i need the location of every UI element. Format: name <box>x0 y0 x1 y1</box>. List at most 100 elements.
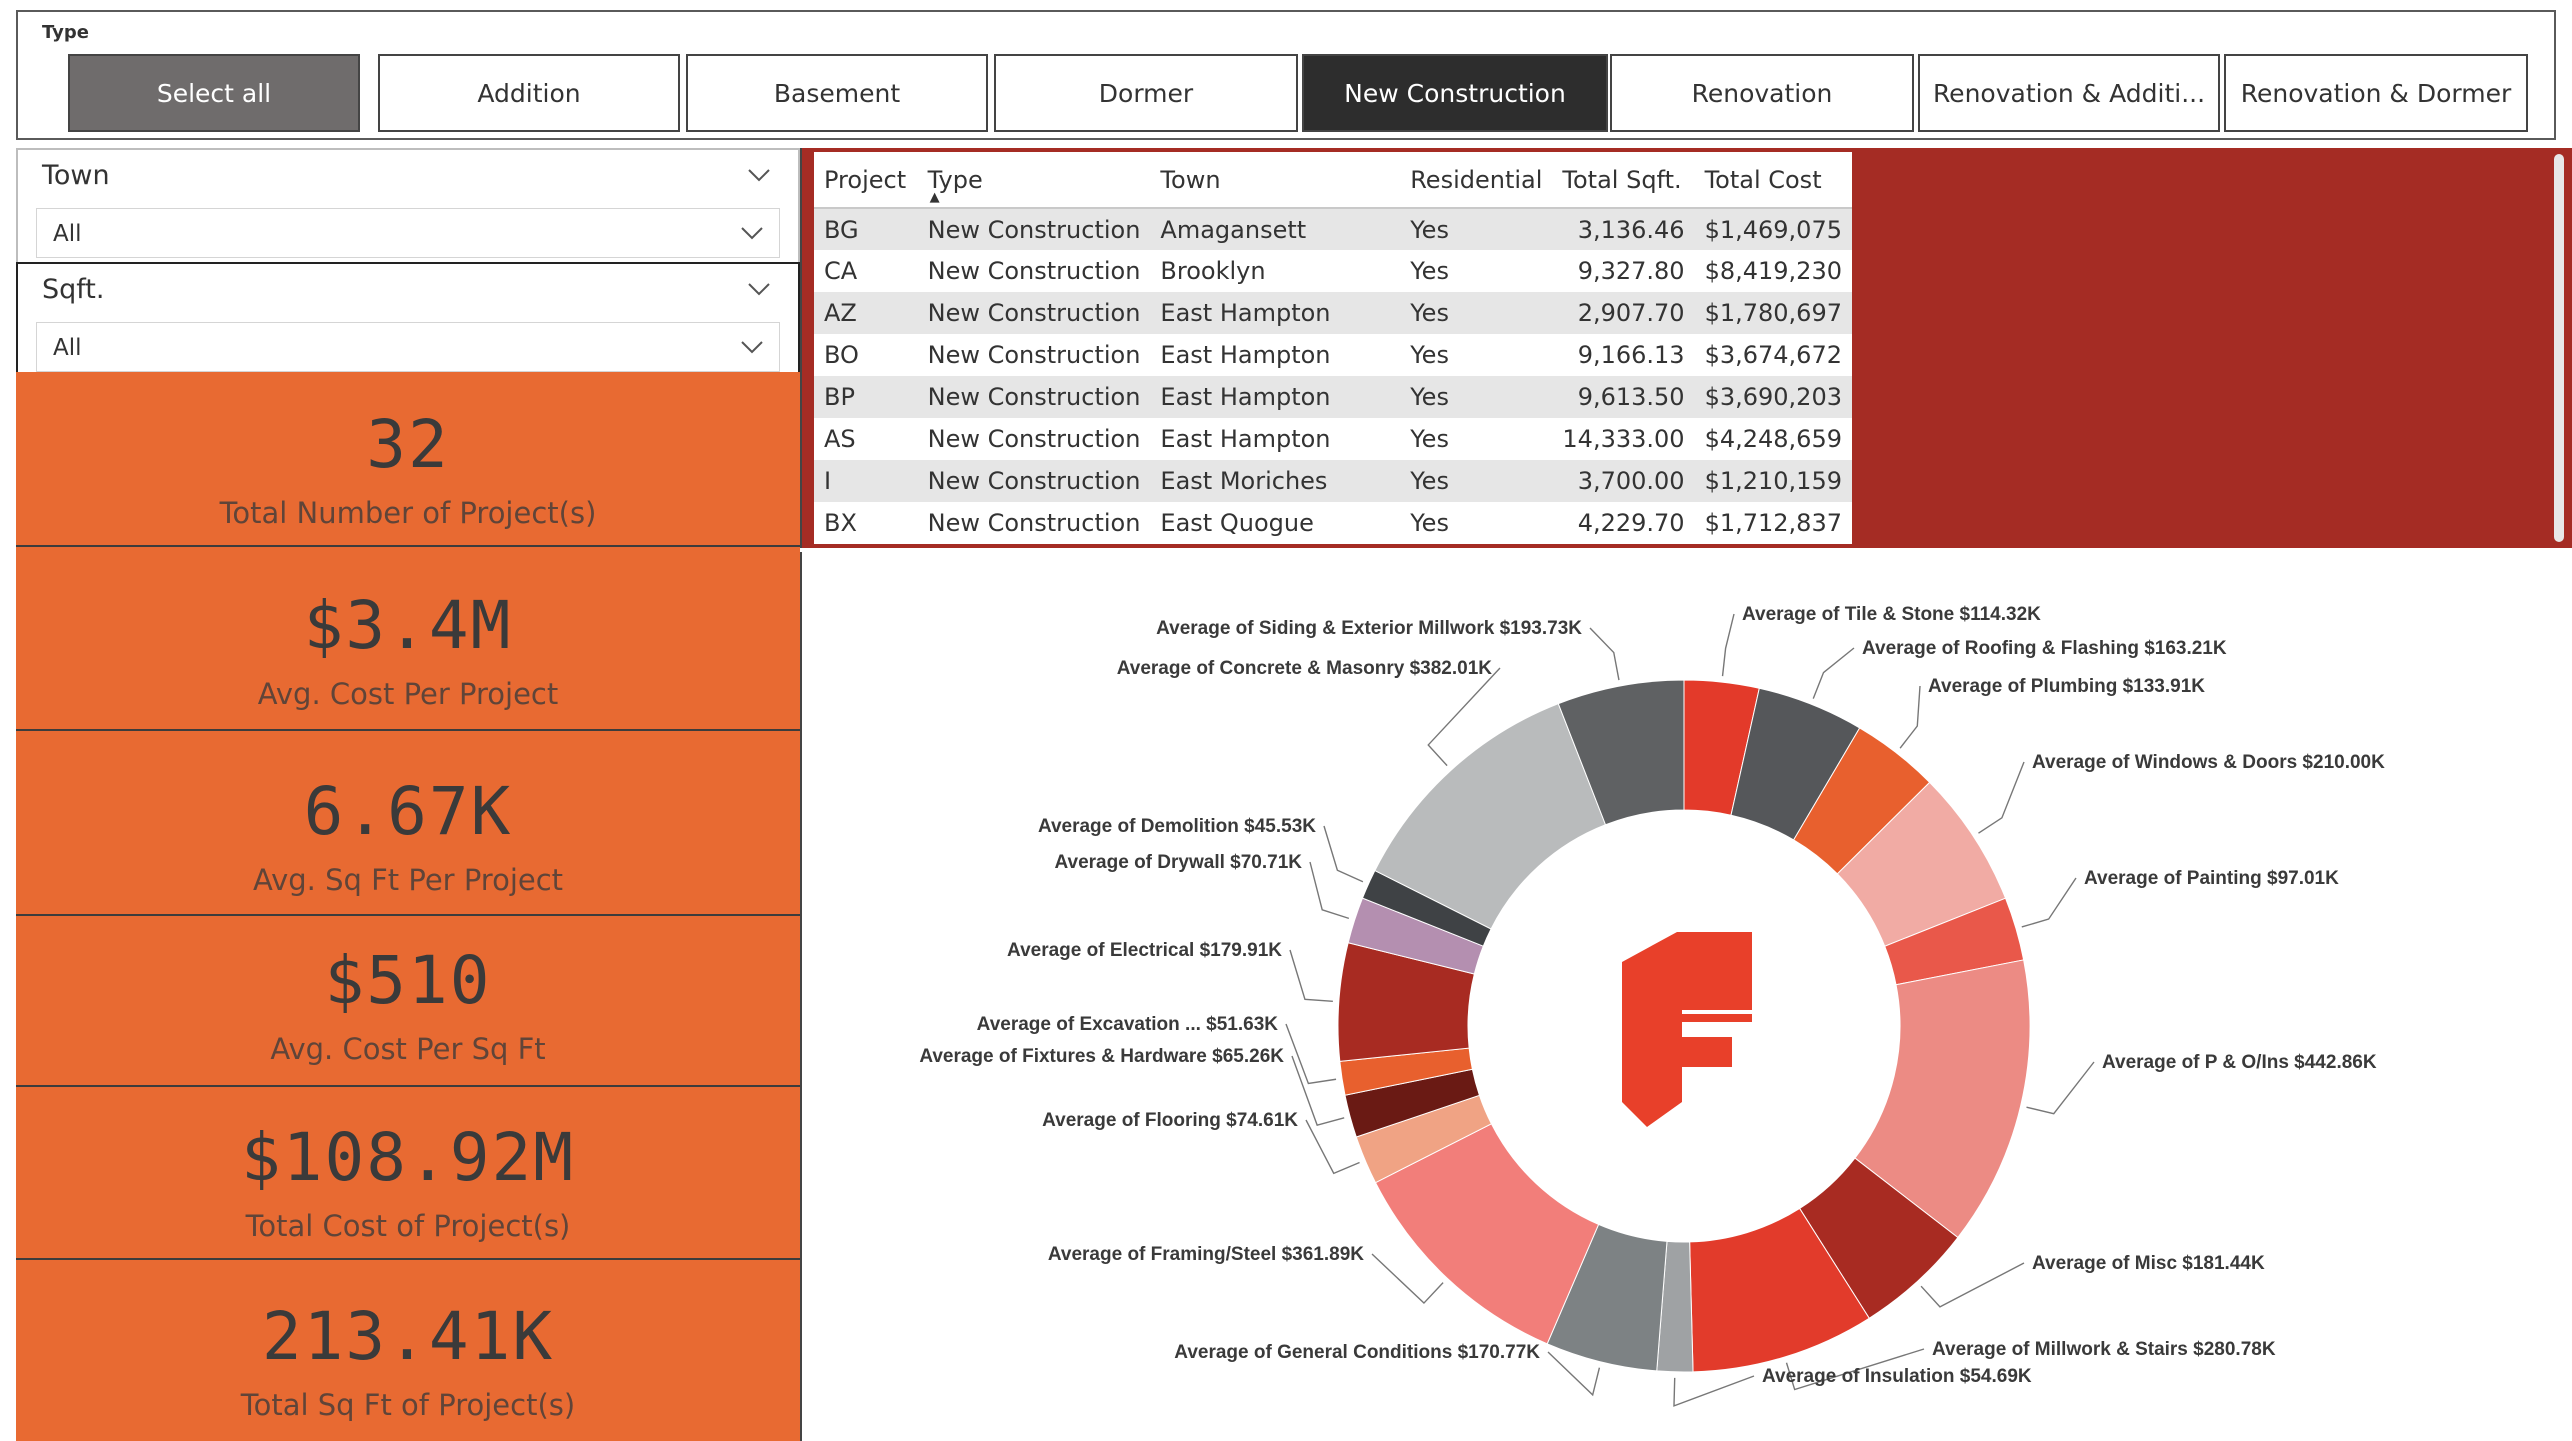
kpi-card-avg-sqft-project: 6.67K Avg. Sq Ft Per Project <box>16 731 800 916</box>
leader-line <box>1812 647 1855 699</box>
data-label: Average of Tile & Stone $114.32K <box>1742 604 2041 625</box>
table-row[interactable]: BO New Construction East Hampton Yes 9,166.1… <box>814 334 1852 376</box>
type-slicer-title: Type <box>42 22 89 43</box>
town-dropdown[interactable]: All <box>36 208 780 258</box>
leader-line <box>1323 825 1364 883</box>
column-header-town[interactable]: Town <box>1150 152 1401 209</box>
table-cell: New Construction <box>917 208 1151 250</box>
leader-line <box>1291 1055 1345 1127</box>
type-option-renovation-dormer[interactable]: Renovation & Dormer <box>2224 54 2528 132</box>
data-label: Average of Flooring $74.61K <box>1042 1110 1298 1131</box>
leader-line <box>1305 1119 1360 1175</box>
column-header-residential[interactable]: Residential <box>1400 152 1553 209</box>
table-cell: CA <box>824 257 858 285</box>
table-cell: $1,210,159 <box>1694 460 1852 502</box>
data-label: Average of Misc $181.44K <box>2032 1253 2265 1274</box>
leader-line <box>1920 1262 2025 1308</box>
table-cell: 9,327.80 <box>1577 257 1685 285</box>
sqft-dropdown[interactable]: All <box>36 322 780 372</box>
kpi-label: Avg. Cost Per Project <box>257 677 559 711</box>
table-row[interactable]: AZ New Construction East Hampton Yes 2,907.7… <box>814 292 1852 334</box>
table-row[interactable]: BP New Construction East Hampton Yes 9,613.5… <box>814 376 1852 418</box>
sqft-filter[interactable]: Sqft. All <box>16 262 800 380</box>
table-cell: $1,469,075 <box>1694 208 1852 250</box>
table-body: BG New Construction Amagansett Yes 3,136.46 $… <box>814 208 1852 544</box>
table-cell: BP <box>814 376 918 418</box>
table-cell: Yes <box>1400 376 1553 418</box>
town-dropdown-value: All <box>53 221 82 247</box>
leader-line <box>1899 685 1921 749</box>
kpi-card-total-projects: 32 Total Number of Project(s) <box>16 372 800 547</box>
table-cell: $4,248,659 <box>1704 425 1842 453</box>
kpi-label: Total Number of Project(s) <box>219 496 597 530</box>
leader-line <box>1309 861 1350 920</box>
town-filter-label: Town <box>42 160 110 191</box>
data-label: Average of Drywall $70.71K <box>1055 852 1303 873</box>
type-slicer: Type Select all Addition Basement Dormer… <box>16 10 2556 140</box>
data-label: Average of General Conditions $170.77K <box>1174 1342 1540 1363</box>
column-header-project[interactable]: Project <box>814 152 918 209</box>
column-header-total-cost[interactable]: Total Cost <box>1694 152 1852 209</box>
kpi-card-avg-cost-project: $3.4M Avg. Cost Per Project <box>16 547 800 731</box>
chevron-down-icon[interactable] <box>737 332 767 362</box>
leader-line <box>1289 949 1333 1002</box>
table-cell: New Construction <box>917 460 1151 502</box>
kpi-label: Avg. Sq Ft Per Project <box>252 863 564 897</box>
data-label: Average of Roofing & Flashing $163.21K <box>1862 638 2227 659</box>
type-option-renovation[interactable]: Renovation <box>1610 54 1914 132</box>
chevron-down-icon[interactable] <box>744 274 774 304</box>
column-header-type[interactable]: Type ▲ <box>917 152 1151 209</box>
leader-line <box>1589 627 1620 681</box>
chevron-down-icon[interactable] <box>744 160 774 190</box>
type-option-renovation-addition[interactable]: Renovation & Additi... <box>1918 54 2220 132</box>
table-row[interactable]: AS New Construction East Hampton Yes 14,333.… <box>814 418 1852 460</box>
sqft-dropdown-value: All <box>53 335 82 361</box>
type-option-select-all[interactable]: Select all <box>68 54 360 132</box>
table-cell: 14,333.00 <box>1562 425 1685 453</box>
kpi-card-total-cost: $108.92M Total Cost of Project(s) <box>16 1087 800 1260</box>
table-scrollbar[interactable] <box>2554 154 2564 542</box>
table-cell: East Hampton <box>1150 376 1401 418</box>
table-panel: Project Type ▲ Town Residential Total Sqf… <box>800 148 2572 548</box>
table-cell: BO <box>824 341 859 369</box>
table-header-row: Project Type ▲ Town Residential Total Sqf… <box>814 152 1852 209</box>
chevron-down-icon[interactable] <box>737 218 767 248</box>
table-cell: Yes <box>1410 257 1449 285</box>
table-cell: Yes <box>1400 208 1553 250</box>
table-cell: Yes <box>1410 425 1449 453</box>
table-cell: Yes <box>1410 341 1449 369</box>
table-cell: East Hampton <box>1150 292 1401 334</box>
donut-chart: Average of Tile & Stone $114.32K Average … <box>919 604 2385 1407</box>
town-filter[interactable]: Town All <box>16 148 800 266</box>
table-cell: I <box>814 460 918 502</box>
donut-chart-panel: Average of Tile & Stone $114.32K Average … <box>800 552 2572 1441</box>
sort-ascending-icon: ▲ <box>929 190 940 205</box>
type-option-addition[interactable]: Addition <box>378 54 680 132</box>
table-row[interactable]: CA New Construction Brooklyn Yes 9,327.80 $8,… <box>814 250 1852 292</box>
table-row[interactable]: BG New Construction Amagansett Yes 3,136.46 $… <box>814 208 1852 250</box>
type-option-new-construction[interactable]: New Construction <box>1302 54 1608 132</box>
kpi-value: $510 <box>324 942 492 1019</box>
table-cell: East Hampton <box>1160 341 1331 369</box>
data-label: Average of Insulation $54.69K <box>1762 1366 2032 1387</box>
data-label: Average of Painting $97.01K <box>2084 868 2339 889</box>
table-cell: East Quogue <box>1160 509 1314 537</box>
table-cell: $1,712,837 <box>1704 509 1842 537</box>
table-cell: Brooklyn <box>1160 257 1266 285</box>
column-header-total-sqft[interactable]: Total Sqft. <box>1552 152 1695 209</box>
table-cell: New Construction <box>927 341 1141 369</box>
kpi-value: $108.92M <box>241 1119 575 1196</box>
data-label: Average of Plumbing $133.91K <box>1928 676 2205 697</box>
table-cell: $3,690,203 <box>1694 376 1852 418</box>
table-cell: East Hampton <box>1160 425 1331 453</box>
leader-line <box>2021 877 2077 928</box>
type-option-dormer[interactable]: Dormer <box>994 54 1298 132</box>
table-row[interactable]: BX New Construction East Quogue Yes 4,229.70… <box>814 502 1852 544</box>
type-option-basement[interactable]: Basement <box>686 54 988 132</box>
table-cell: $8,419,230 <box>1704 257 1842 285</box>
leader-line <box>1285 1023 1337 1085</box>
table-cell: $1,780,697 <box>1694 292 1852 334</box>
kpi-label: Total Cost of Project(s) <box>245 1209 571 1243</box>
table-row[interactable]: I New Construction East Moriches Yes 3,700.0… <box>814 460 1852 502</box>
table-cell: New Construction <box>927 257 1141 285</box>
